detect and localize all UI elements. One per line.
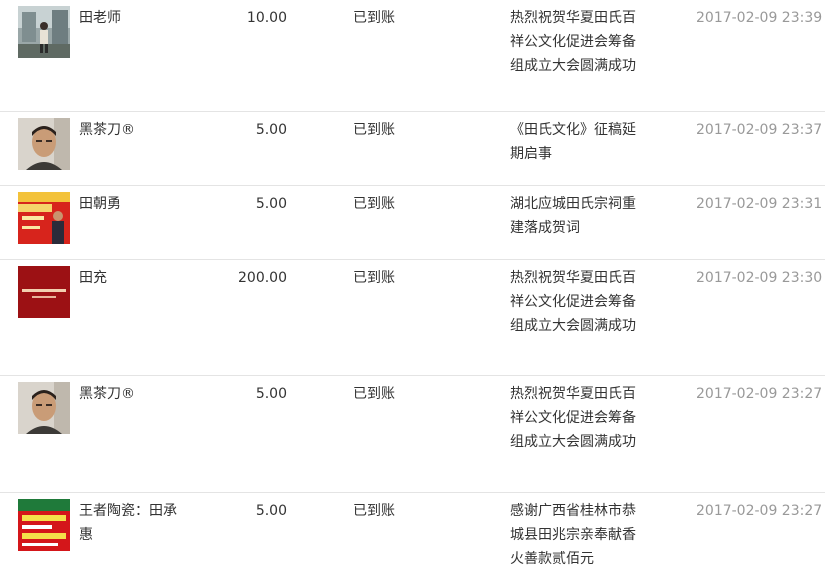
donation-note: 热烈祝贺华夏田氏百祥公文化促进会筹备组成立大会圆满成功 xyxy=(510,270,636,334)
avatar-icon[interactable] xyxy=(18,192,70,244)
avatar-icon[interactable] xyxy=(18,6,70,58)
donation-row: 黑茶刀® 5.00 已到账 《田氏文化》征稿延期启事 2017-02-09 23… xyxy=(0,112,825,186)
donation-row: 田朝勇 5.00 已到账 湖北应城田氏宗祠重建落成贺词 2017-02-09 2… xyxy=(0,186,825,260)
donor-name: 黑茶刀® xyxy=(79,122,135,138)
donation-time: 2017-02-09 23:37 xyxy=(696,122,823,138)
donation-row: 田老师 10.00 已到账 热烈祝贺华夏田氏百祥公文化促进会筹备组成立大会圆满成… xyxy=(0,0,825,112)
donation-time: 2017-02-09 23:30 xyxy=(696,270,823,286)
donation-note: 热烈祝贺华夏田氏百祥公文化促进会筹备组成立大会圆满成功 xyxy=(510,10,636,74)
donation-row: 王者陶瓷：田承惠 5.00 已到账 感谢广西省桂林市恭城县田兆宗亲奉献香火善款贰… xyxy=(0,493,825,585)
donation-amount: 5.00 xyxy=(255,386,287,402)
donation-time: 2017-02-09 23:31 xyxy=(696,196,823,212)
donation-status: 已到账 xyxy=(353,386,395,402)
donation-note: 湖北应城田氏宗祠重建落成贺词 xyxy=(510,196,636,236)
donation-time: 2017-02-09 23:39 xyxy=(696,10,823,26)
donation-row: 田充 200.00 已到账 热烈祝贺华夏田氏百祥公文化促进会筹备组成立大会圆满成… xyxy=(0,260,825,376)
donation-amount: 5.00 xyxy=(255,196,287,212)
donor-name: 田充 xyxy=(79,270,107,286)
donation-amount: 200.00 xyxy=(238,270,287,286)
donation-note: 感谢广西省桂林市恭城县田兆宗亲奉献香火善款贰佰元 xyxy=(510,503,636,567)
donation-list: 田老师 10.00 已到账 热烈祝贺华夏田氏百祥公文化促进会筹备组成立大会圆满成… xyxy=(0,0,825,585)
donor-name: 田老师 xyxy=(79,10,121,26)
avatar-icon[interactable] xyxy=(18,118,70,170)
donation-amount: 5.00 xyxy=(255,122,287,138)
avatar-icon[interactable] xyxy=(18,382,70,434)
donor-name: 黑茶刀® xyxy=(79,386,135,402)
donation-status: 已到账 xyxy=(353,270,395,286)
donation-time: 2017-02-09 23:27 xyxy=(696,503,823,519)
donation-status: 已到账 xyxy=(353,196,395,212)
donation-amount: 10.00 xyxy=(246,10,287,26)
donation-amount: 5.00 xyxy=(255,503,287,519)
donation-status: 已到账 xyxy=(353,503,395,519)
avatar-icon[interactable] xyxy=(18,499,70,551)
avatar-icon[interactable] xyxy=(18,266,70,318)
donor-name: 田朝勇 xyxy=(79,196,121,212)
donor-name: 王者陶瓷：田承惠 xyxy=(79,503,177,543)
donation-time: 2017-02-09 23:27 xyxy=(696,386,823,402)
donation-note: 热烈祝贺华夏田氏百祥公文化促进会筹备组成立大会圆满成功 xyxy=(510,386,636,450)
donation-status: 已到账 xyxy=(353,122,395,138)
donation-row: 黑茶刀® 5.00 已到账 热烈祝贺华夏田氏百祥公文化促进会筹备组成立大会圆满成… xyxy=(0,376,825,493)
donation-status: 已到账 xyxy=(353,10,395,26)
donation-note: 《田氏文化》征稿延期启事 xyxy=(510,122,636,162)
